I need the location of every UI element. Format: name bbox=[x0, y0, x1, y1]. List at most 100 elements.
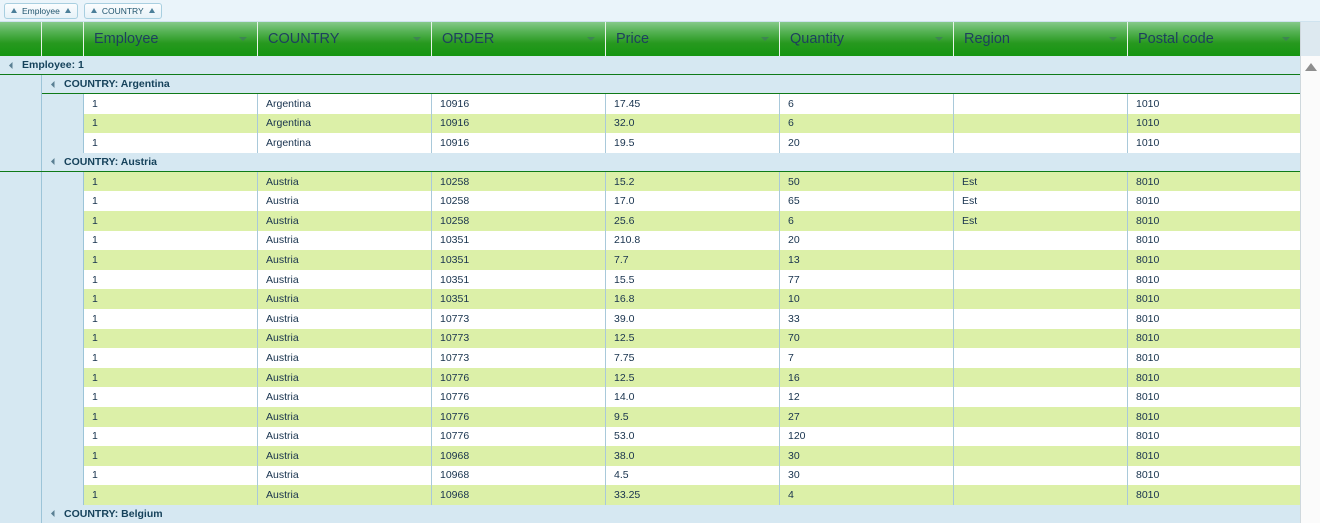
cell-region bbox=[954, 269, 1128, 290]
table-row[interactable]: 1 Austria 10258 25.6 6 Est 8010 bbox=[0, 210, 1300, 231]
sort-asc-triangle-icon[interactable] bbox=[90, 8, 97, 13]
grid-header: Employee COUNTRY ORDER Price Quantity Region P… bbox=[0, 22, 1320, 56]
cell-country: Austria bbox=[258, 308, 432, 329]
table-row[interactable]: 1 Austria 10968 38.0 30 8010 bbox=[0, 446, 1300, 466]
collapse-triangle-icon[interactable] bbox=[50, 510, 59, 518]
column-header-order[interactable]: ORDER bbox=[432, 22, 606, 56]
cell-postal-code: 8010 bbox=[1128, 485, 1300, 505]
cell-employee: 1 bbox=[84, 348, 258, 368]
cell-price: 15.2 bbox=[606, 171, 780, 192]
vertical-scrollbar[interactable] bbox=[1300, 56, 1320, 523]
column-header-label: Employee bbox=[94, 31, 159, 47]
group-by-chip-employee[interactable]: Employee bbox=[4, 2, 78, 19]
chevron-down-icon[interactable] bbox=[1282, 37, 1290, 41]
table-row[interactable]: 1 Austria 10258 17.0 65 Est 8010 bbox=[0, 191, 1300, 211]
chevron-down-icon[interactable] bbox=[413, 37, 421, 41]
cell-order: 10258 bbox=[432, 191, 606, 211]
group-header-content: COUNTRY: Austria bbox=[42, 152, 1300, 171]
cell-price: 14.0 bbox=[606, 387, 780, 407]
sort-asc-triangle-icon[interactable] bbox=[64, 8, 71, 13]
column-header-employee[interactable]: Employee bbox=[84, 22, 258, 56]
table-row[interactable]: 1 Austria 10773 7.75 7 8010 bbox=[0, 348, 1300, 368]
group-header-row[interactable]: COUNTRY: Argentina bbox=[0, 74, 1300, 94]
cell-order: 10258 bbox=[432, 210, 606, 231]
column-header-postal-code[interactable]: Postal code bbox=[1128, 22, 1300, 56]
cell-postal-code: 1010 bbox=[1128, 94, 1300, 114]
cell-country: Austria bbox=[258, 387, 432, 407]
chevron-down-icon[interactable] bbox=[587, 37, 595, 41]
table-row[interactable]: 1 Austria 10773 39.0 33 8010 bbox=[0, 308, 1300, 329]
sort-asc-triangle-icon[interactable] bbox=[148, 8, 155, 13]
cell-quantity: 13 bbox=[780, 250, 954, 270]
table-row[interactable]: 1 Argentina 10916 32.0 6 1010 bbox=[0, 113, 1300, 134]
sort-asc-triangle-icon[interactable] bbox=[11, 8, 17, 13]
cell-employee: 1 bbox=[84, 387, 258, 407]
cell-price: 7.75 bbox=[606, 348, 780, 368]
table-row[interactable]: 1 Austria 10968 33.25 4 8010 bbox=[0, 485, 1300, 505]
triangle-up-icon[interactable] bbox=[1304, 63, 1317, 71]
table-row[interactable]: 1 Austria 10351 16.8 10 8010 bbox=[0, 289, 1300, 309]
cell-order: 10916 bbox=[432, 113, 606, 134]
column-header-label: COUNTRY bbox=[268, 31, 340, 47]
group-header-row[interactable]: COUNTRY: Belgium bbox=[0, 504, 1300, 523]
grid-body: Employee: 1 COUNTRY: Argentina 1 Argentina 1… bbox=[0, 56, 1320, 523]
column-header-price[interactable]: Price bbox=[606, 22, 780, 56]
collapse-triangle-icon[interactable] bbox=[8, 61, 17, 69]
table-row[interactable]: 1 Austria 10776 14.0 12 8010 bbox=[0, 387, 1300, 407]
cell-region bbox=[954, 446, 1128, 466]
cell-postal-code: 8010 bbox=[1128, 289, 1300, 309]
table-row[interactable]: 1 Argentina 10916 17.45 6 1010 bbox=[0, 94, 1300, 114]
collapse-triangle-icon[interactable] bbox=[50, 158, 59, 166]
cell-quantity: 20 bbox=[780, 133, 954, 153]
collapse-triangle-icon[interactable] bbox=[50, 80, 59, 88]
row-indent-cell bbox=[42, 426, 84, 447]
cell-region bbox=[954, 308, 1128, 329]
column-header-indent[interactable] bbox=[42, 22, 84, 56]
chevron-down-icon[interactable] bbox=[239, 37, 247, 41]
table-row[interactable]: 1 Austria 10968 4.5 30 8010 bbox=[0, 465, 1300, 486]
row-indent-cell bbox=[42, 367, 84, 388]
row-indent-cell bbox=[0, 465, 42, 486]
group-header-label: COUNTRY: Argentina bbox=[64, 78, 170, 90]
cell-order: 10773 bbox=[432, 348, 606, 368]
table-row[interactable]: 1 Austria 10776 53.0 120 8010 bbox=[0, 426, 1300, 447]
column-header-country[interactable]: COUNTRY bbox=[258, 22, 432, 56]
table-row[interactable]: 1 Argentina 10916 19.5 20 1010 bbox=[0, 133, 1300, 153]
table-row[interactable]: 1 Austria 10351 7.7 13 8010 bbox=[0, 250, 1300, 270]
table-row[interactable]: 1 Austria 10776 9.5 27 8010 bbox=[0, 406, 1300, 427]
group-header-row[interactable]: Employee: 1 bbox=[0, 56, 1300, 75]
group-header-label: COUNTRY: Belgium bbox=[64, 507, 163, 520]
group-header-label: Employee: 1 bbox=[22, 59, 84, 71]
cell-employee: 1 bbox=[84, 289, 258, 309]
row-indent-cell bbox=[0, 387, 42, 407]
chevron-down-icon[interactable] bbox=[1109, 37, 1117, 41]
group-by-chip-country[interactable]: COUNTRY bbox=[83, 2, 162, 19]
cell-order: 10776 bbox=[432, 387, 606, 407]
cell-country: Austria bbox=[258, 171, 432, 192]
cell-employee: 1 bbox=[84, 308, 258, 329]
group-header-row[interactable]: COUNTRY: Austria bbox=[0, 152, 1300, 172]
column-header-region[interactable]: Region bbox=[954, 22, 1128, 56]
column-header-quantity[interactable]: Quantity bbox=[780, 22, 954, 56]
table-row[interactable]: 1 Austria 10351 210.8 20 8010 bbox=[0, 230, 1300, 251]
cell-price: 25.6 bbox=[606, 210, 780, 231]
cell-postal-code: 8010 bbox=[1128, 406, 1300, 427]
cell-quantity: 10 bbox=[780, 289, 954, 309]
cell-country: Austria bbox=[258, 446, 432, 466]
table-row[interactable]: 1 Austria 10773 12.5 70 8010 bbox=[0, 328, 1300, 349]
table-row[interactable]: 1 Austria 10351 15.5 77 8010 bbox=[0, 269, 1300, 290]
cell-quantity: 70 bbox=[780, 328, 954, 349]
group-indent-cell bbox=[0, 504, 42, 523]
cell-region bbox=[954, 426, 1128, 447]
chevron-down-icon[interactable] bbox=[761, 37, 769, 41]
table-row[interactable]: 1 Austria 10258 15.2 50 Est 8010 bbox=[0, 171, 1300, 192]
group-by-chip-label: COUNTRY bbox=[101, 5, 144, 16]
row-indent-cell bbox=[42, 308, 84, 329]
column-header-indent[interactable] bbox=[0, 22, 42, 56]
row-indent-cell bbox=[0, 94, 42, 114]
row-indent-cell bbox=[0, 485, 42, 505]
table-row[interactable]: 1 Austria 10776 12.5 16 8010 bbox=[0, 367, 1300, 388]
cell-order: 10351 bbox=[432, 250, 606, 270]
chevron-down-icon[interactable] bbox=[935, 37, 943, 41]
group-by-bar: Employee COUNTRY bbox=[0, 0, 1320, 22]
